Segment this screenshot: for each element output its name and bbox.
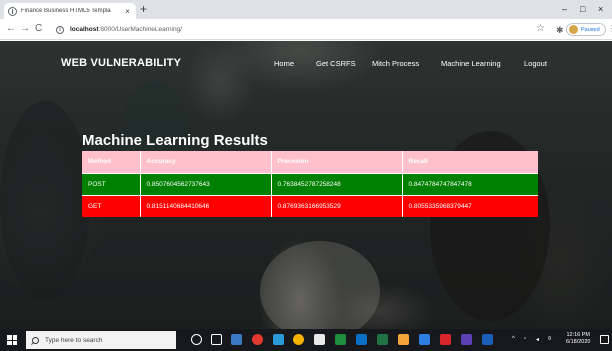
column-header-recall: Recall xyxy=(402,151,538,173)
network-icon[interactable]: ▫ xyxy=(524,336,526,342)
table-header-row: Method Accuracy Precesion Recall xyxy=(82,151,538,173)
clock-date: 6/18/2020 xyxy=(566,339,591,345)
taskbar: Type here to search ^ ▫ ◂ ¤ 12:16 PM 6/1… xyxy=(0,329,612,351)
browser-menu-icon[interactable]: ⋮ xyxy=(608,23,612,35)
profile-status: Paused xyxy=(581,26,600,33)
nav-machine-learning[interactable]: Machine Learning xyxy=(441,59,501,68)
app-icon[interactable] xyxy=(231,334,242,345)
nav-get-csrfs[interactable]: Get CSRFS xyxy=(316,59,356,68)
close-window-button[interactable]: × xyxy=(598,2,603,16)
results-table: Method Accuracy Precesion Recall POST 0.… xyxy=(82,151,538,217)
app-icon[interactable] xyxy=(461,334,472,345)
nav-home[interactable]: Home xyxy=(274,59,294,68)
browser-tab[interactable]: Finance Business HTML5 Templa × xyxy=(4,3,136,19)
tray-chevron-icon[interactable]: ^ xyxy=(512,336,515,342)
app-icon[interactable] xyxy=(335,334,346,345)
app-icon[interactable] xyxy=(356,334,367,345)
pdf-icon[interactable] xyxy=(440,334,451,345)
chrome-icon[interactable] xyxy=(293,334,304,345)
app-icon[interactable] xyxy=(398,334,409,345)
new-tab-button[interactable]: + xyxy=(140,2,147,16)
minimize-button[interactable]: – xyxy=(562,2,567,16)
word-icon[interactable] xyxy=(482,334,493,345)
cell-method: POST xyxy=(82,172,141,195)
system-clock[interactable]: 12:16 PM 6/18/2020 xyxy=(566,332,590,346)
url-text: localhost:8000/UserMachineLearning/ xyxy=(70,26,182,33)
globe-icon xyxy=(8,6,17,16)
cell-precesion: 0.8769363166953529 xyxy=(271,194,403,217)
taskbar-search-input[interactable]: Type here to search xyxy=(26,331,176,349)
search-icon xyxy=(32,336,39,344)
search-placeholder: Type here to search xyxy=(45,336,103,344)
app-icon[interactable] xyxy=(273,334,284,345)
cell-accuracy: 0.8507604562737643 xyxy=(140,172,272,195)
browser-tab-strip: Finance Business HTML5 Templa × + – □ × xyxy=(0,0,612,19)
excel-icon[interactable] xyxy=(377,334,388,345)
tab-close-icon[interactable]: × xyxy=(123,7,132,16)
clock-time: 12:16 PM xyxy=(566,332,590,338)
page-background: WEB VULNERABILITY Home Get CSRFS Mitch P… xyxy=(0,41,612,329)
app-icon[interactable] xyxy=(419,334,430,345)
profile-button[interactable]: Paused xyxy=(566,23,606,36)
app-icon[interactable] xyxy=(252,334,263,345)
forward-button[interactable]: → xyxy=(20,23,30,35)
bookmark-star-icon[interactable]: ☆ xyxy=(536,23,545,35)
url-path: :8000/UserMachineLearning/ xyxy=(98,26,183,33)
task-view-icon[interactable] xyxy=(211,334,222,345)
notification-icon[interactable] xyxy=(600,335,609,344)
reload-button[interactable]: C xyxy=(35,23,42,35)
volume-icon[interactable]: ◂ xyxy=(536,336,539,343)
page-title: Machine Learning Results xyxy=(82,132,268,149)
site-logo[interactable]: WEB VULNERABILITY xyxy=(61,57,181,69)
address-bar[interactable]: i localhost:8000/UserMachineLearning/ xyxy=(56,22,540,37)
nav-logout[interactable]: Logout xyxy=(524,59,547,68)
tab-title: Finance Business HTML5 Templa xyxy=(21,8,111,14)
column-header-method: Method xyxy=(82,151,141,173)
column-header-precesion: Precesion xyxy=(271,151,403,173)
site-info-icon[interactable]: i xyxy=(56,25,64,34)
avatar xyxy=(569,25,578,34)
cortana-icon[interactable] xyxy=(191,334,202,345)
nav-mitch-process[interactable]: Mitch Process xyxy=(372,59,419,68)
language-icon[interactable]: ¤ xyxy=(548,336,551,342)
back-button[interactable]: ← xyxy=(6,23,16,35)
maximize-button[interactable]: □ xyxy=(580,2,585,16)
cell-recall: 0.8474784747847478 xyxy=(402,172,538,195)
app-icon[interactable] xyxy=(314,334,325,345)
table-row: GET 0.8151140684410646 0.876936316695352… xyxy=(82,194,538,217)
cell-method: GET xyxy=(82,194,141,217)
url-host: localhost xyxy=(70,26,99,33)
cell-precesion: 0.7638452787258248 xyxy=(271,172,403,195)
column-header-accuracy: Accuracy xyxy=(140,151,272,173)
windows-start-button[interactable] xyxy=(7,335,17,345)
extension-icon[interactable]: ✱ xyxy=(556,24,564,36)
cell-accuracy: 0.8151140684410646 xyxy=(140,194,272,217)
table-row: POST 0.8507604562737643 0.76384527872582… xyxy=(82,172,538,195)
cell-recall: 0.8055335968379447 xyxy=(402,194,538,217)
browser-toolbar: ← → C i localhost:8000/UserMachineLearni… xyxy=(0,19,612,40)
